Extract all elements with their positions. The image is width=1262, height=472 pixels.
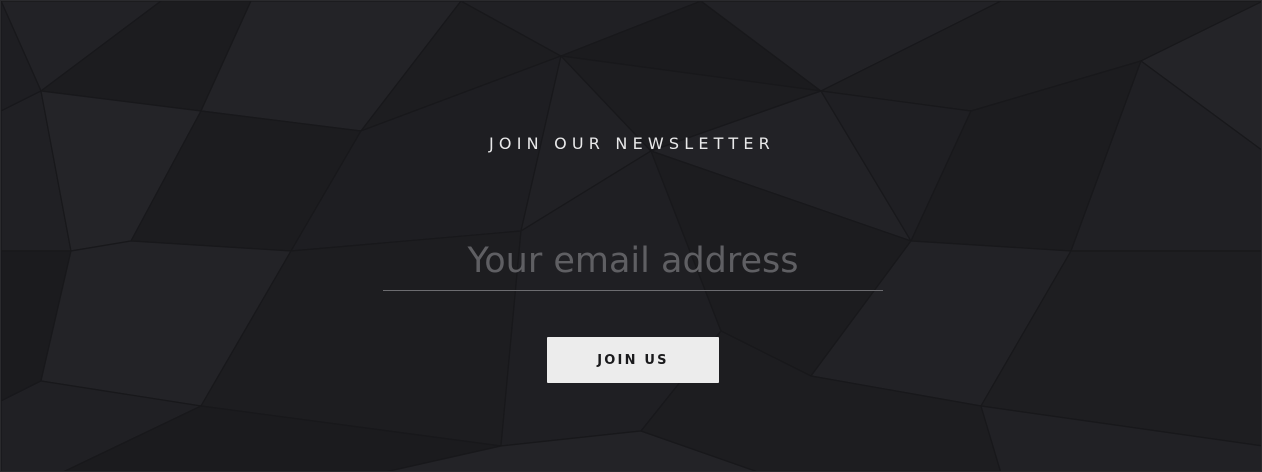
newsletter-section: JOIN OUR NEWSLETTER JOIN US xyxy=(0,0,1262,472)
join-us-button[interactable]: JOIN US xyxy=(547,337,719,383)
email-input[interactable] xyxy=(383,231,883,291)
newsletter-content: JOIN OUR NEWSLETTER JOIN US xyxy=(1,1,1261,471)
newsletter-heading: JOIN OUR NEWSLETTER xyxy=(489,134,775,153)
